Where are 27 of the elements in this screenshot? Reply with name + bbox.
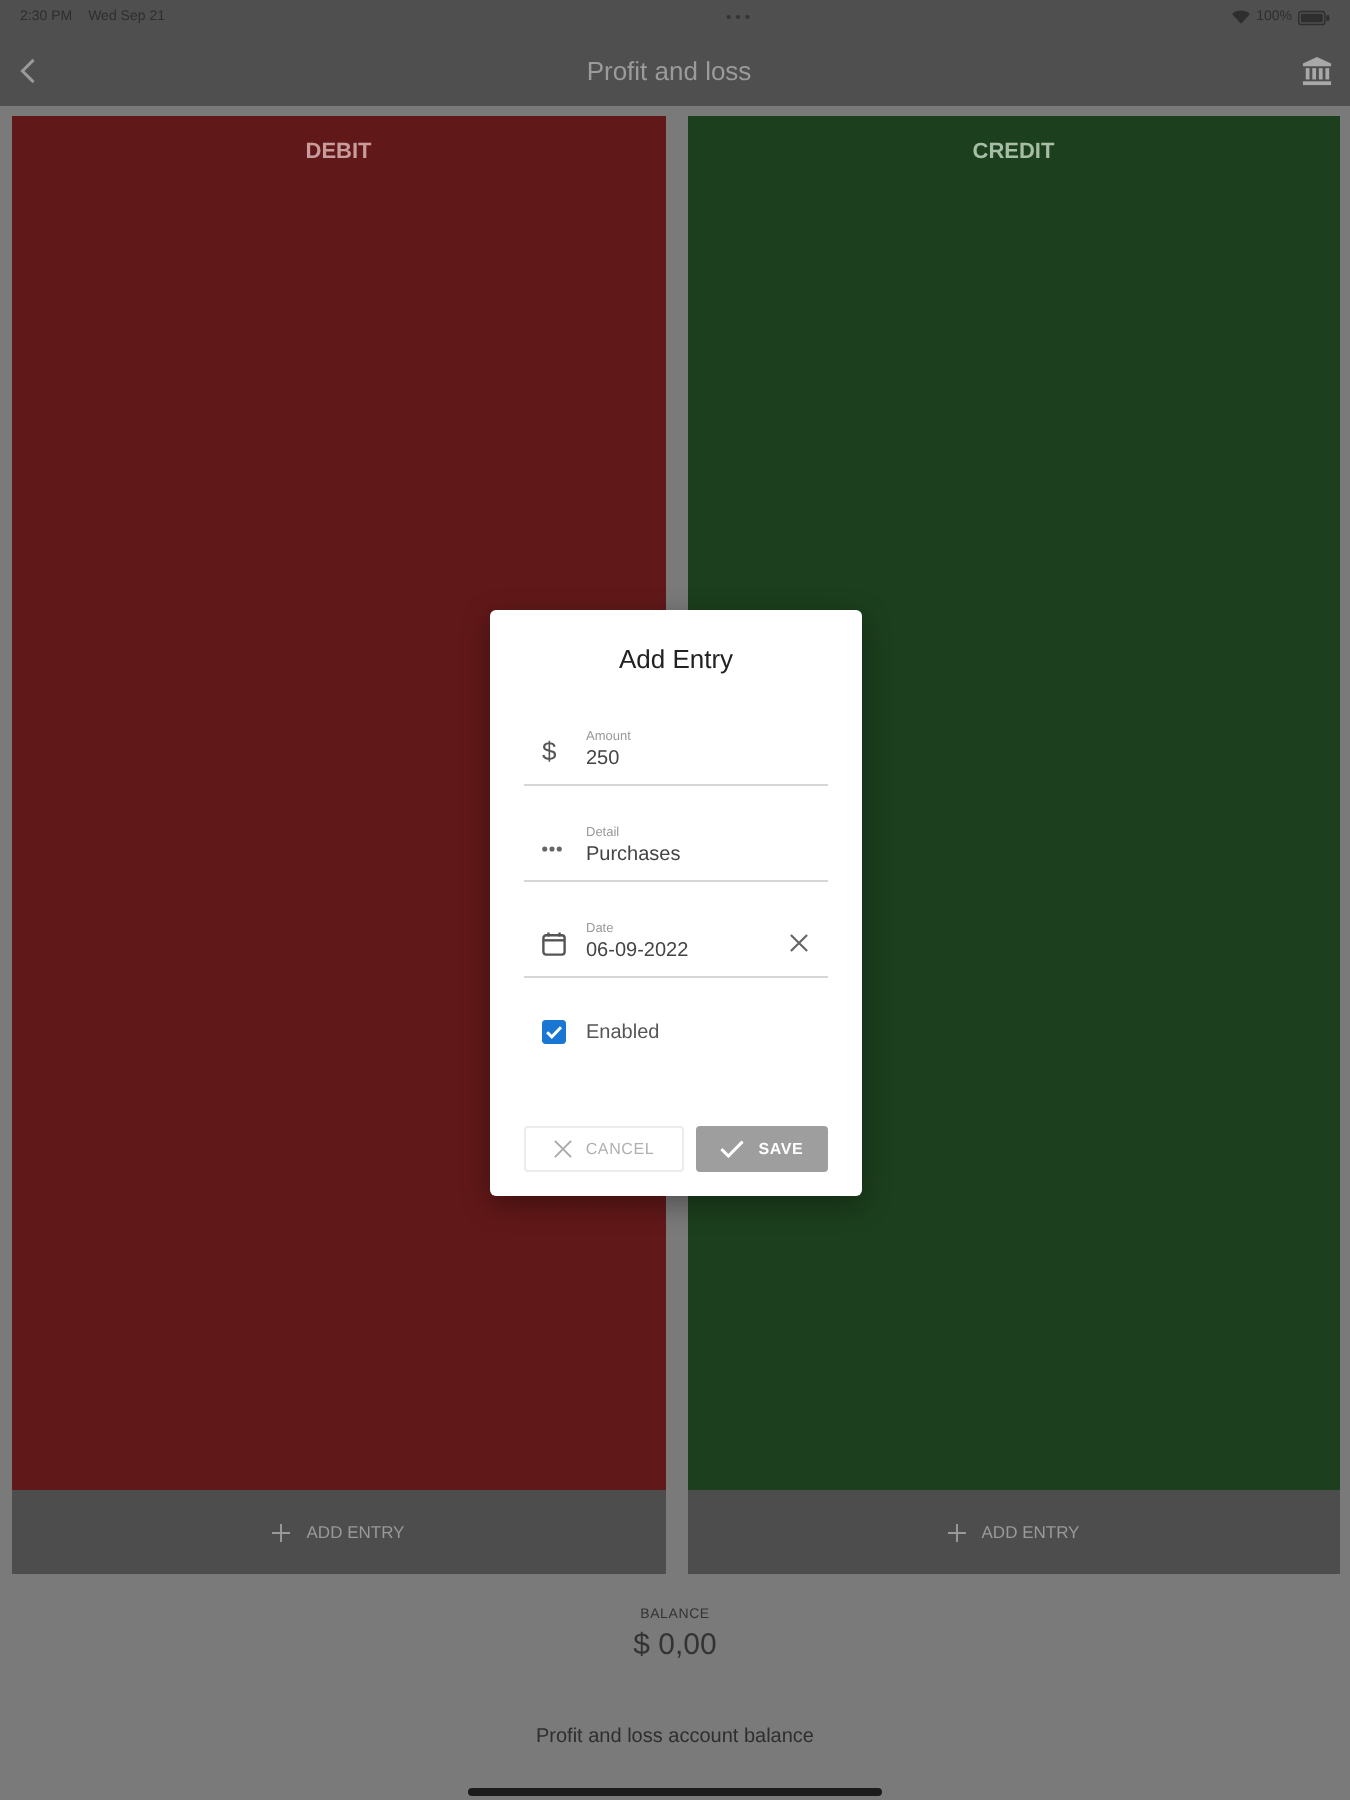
cancel-button[interactable]: CANCEL — [524, 1126, 684, 1172]
back-chevron-icon[interactable] — [20, 57, 36, 83]
bank-icon[interactable] — [1302, 55, 1332, 85]
footer-caption: Profit and loss account balance — [536, 1726, 814, 1748]
add-entry-button[interactable]: ADD ENTRY — [12, 1490, 665, 1574]
checkbox-label: Enabled — [586, 1021, 660, 1043]
plus-icon — [947, 1523, 966, 1541]
checkbox[interactable] — [542, 1020, 566, 1044]
check-icon — [720, 1140, 745, 1158]
clear-icon[interactable] — [790, 934, 808, 952]
dollar-icon: $ — [542, 738, 557, 766]
field-value: 250 — [586, 746, 622, 772]
plus-icon — [272, 1523, 291, 1541]
calendar-icon — [542, 932, 566, 956]
close-icon — [553, 1140, 572, 1158]
field-value: 06-09-2022 — [586, 938, 691, 964]
battery-icon — [1297, 9, 1330, 25]
save-button[interactable]: SAVE — [696, 1126, 828, 1172]
dialog-title: Add Entry — [618, 644, 734, 674]
column-title: DEBIT — [305, 140, 372, 166]
dots-icon — [542, 845, 562, 851]
add-entry-button[interactable]: ADD ENTRY — [687, 1490, 1340, 1574]
page-title: Profit and loss — [586, 55, 752, 85]
balance-value: $ 0,00 — [633, 1628, 717, 1662]
wifi-icon — [1232, 10, 1251, 24]
column-title: CREDIT — [972, 140, 1055, 166]
field-value: Purchases — [586, 842, 683, 868]
